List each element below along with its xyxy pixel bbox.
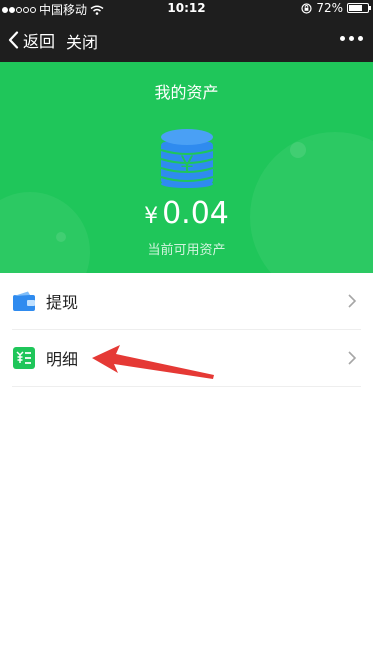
nav-bar: 返回 关闭 — [0, 17, 373, 62]
list-detail-icon — [13, 347, 35, 369]
balance-amount: ¥0.04 — [0, 196, 373, 231]
currency-symbol: ¥ — [144, 204, 159, 229]
back-button[interactable]: 返回 — [8, 28, 55, 52]
chevron-left-icon — [8, 31, 19, 49]
annotation-arrow-icon — [92, 345, 214, 379]
orientation-lock-icon — [301, 2, 312, 14]
menu-label: 提现 — [46, 293, 79, 312]
more-dots-icon — [340, 36, 345, 41]
page-title: 我的资产 — [154, 83, 219, 102]
balance-subtitle: 当前可用资产 — [147, 243, 226, 258]
menu-label: 明细 — [46, 350, 79, 369]
battery-percent: 72% — [316, 1, 343, 15]
wallet-icon — [13, 291, 35, 311]
chevron-right-icon — [348, 351, 357, 365]
balance-card: 我的资产 ¥ ¥0.04 当前可用资产 — [0, 62, 373, 273]
amount-value: 0.04 — [162, 196, 229, 231]
battery-level — [349, 5, 362, 11]
close-button[interactable]: 关闭 — [66, 29, 98, 53]
menu-item-withdraw[interactable]: 提现 — [12, 273, 361, 330]
svg-text:¥: ¥ — [180, 153, 194, 178]
chevron-right-icon — [348, 294, 357, 308]
back-label: 返回 — [23, 32, 56, 51]
status-right: 72% — [301, 1, 371, 15]
more-menu-button[interactable] — [340, 36, 363, 41]
coin-stack-icon: ¥ — [160, 129, 214, 188]
status-bar: 中国移动 10:12 72% — [0, 0, 373, 17]
battery-icon — [347, 3, 371, 13]
